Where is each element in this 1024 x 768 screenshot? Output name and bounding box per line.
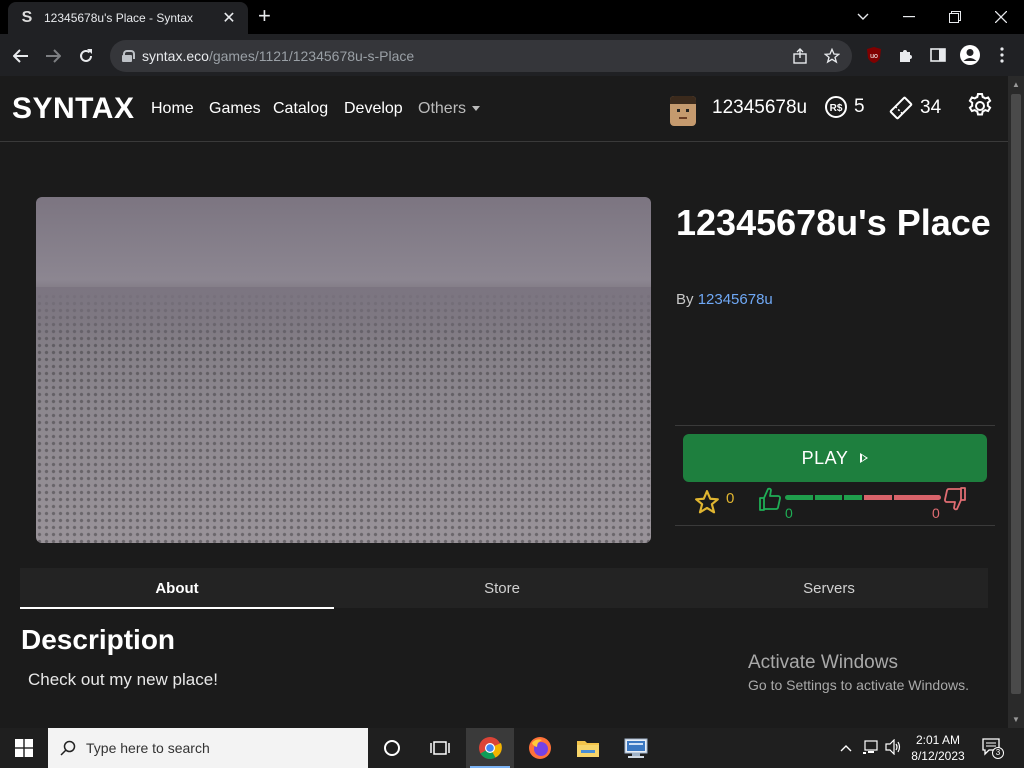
ublock-extension-icon[interactable]: uo (862, 43, 886, 67)
bookmark-star-icon[interactable] (823, 47, 841, 68)
play-icon (860, 453, 869, 463)
play-label: PLAY (801, 447, 849, 468)
task-view-icon[interactable] (416, 728, 464, 768)
upvote-count: 0 (785, 505, 793, 521)
tab-title: 12345678u's Place - Syntax (44, 11, 194, 25)
chrome-icon[interactable] (466, 728, 514, 768)
robux-balance[interactable]: R$ 5 (824, 95, 865, 119)
watermark-title: Activate Windows (748, 652, 898, 673)
site-logo[interactable]: SYNTAX (12, 92, 134, 126)
tab-about[interactable]: About (20, 568, 334, 609)
nav-others-dropdown[interactable]: Others (418, 100, 481, 118)
cortana-icon[interactable] (368, 728, 416, 768)
extensions-puzzle-icon[interactable] (894, 43, 918, 67)
description-heading: Description (21, 624, 176, 655)
system-clock[interactable]: 2:01 AM 8/12/2023 (906, 732, 970, 764)
game-title: 12345678u's Place (676, 202, 991, 243)
profile-icon[interactable] (958, 43, 982, 67)
game-tabs: About Store Servers (20, 568, 988, 609)
settings-gear-icon[interactable] (966, 92, 994, 120)
nav-home[interactable]: Home (151, 100, 194, 118)
browser-menu-icon[interactable] (990, 43, 1014, 67)
share-icon[interactable] (792, 48, 808, 68)
nav-develop[interactable]: Develop (344, 100, 403, 118)
forward-icon[interactable] (40, 43, 66, 69)
divider (675, 525, 995, 526)
search-placeholder: Type here to search (86, 740, 210, 756)
site-favicon-icon: S (21, 9, 33, 26)
volume-icon[interactable] (885, 738, 903, 758)
svg-text:uo: uo (870, 53, 878, 60)
network-icon[interactable] (862, 739, 880, 758)
control-panel-icon[interactable] (612, 728, 660, 768)
nav-catalog[interactable]: Catalog (273, 100, 328, 118)
description-text: Check out my new place! (28, 670, 218, 689)
robux-count: 5 (854, 96, 865, 117)
firefox-icon[interactable] (516, 728, 564, 768)
notification-center-icon[interactable]: 3 (982, 738, 1004, 759)
page-scrollbar[interactable]: ▲ ▼ (1008, 76, 1024, 728)
game-creator-line: By 12345678u (676, 291, 773, 308)
by-label: By (676, 291, 694, 308)
browser-tab-bar: S 12345678u's Place - Syntax ✕ + (0, 0, 1024, 34)
thumbs-up-icon[interactable] (758, 486, 782, 512)
browser-toolbar: syntax.eco/games/1121/12345678u-s-Place … (0, 34, 1024, 76)
page-content: SYNTAX Home Games Catalog Develop Others… (0, 76, 1008, 728)
browser-tab[interactable]: S 12345678u's Place - Syntax ✕ (8, 2, 248, 34)
nav-others-label: Others (418, 100, 467, 117)
tab-search-icon[interactable] (840, 0, 886, 34)
creator-link[interactable]: 12345678u (698, 291, 773, 308)
svg-text:R$: R$ (830, 103, 843, 114)
show-hidden-icons-chevron-icon[interactable] (840, 740, 852, 755)
nav-games[interactable]: Games (209, 100, 261, 118)
start-windows-icon[interactable] (0, 728, 48, 768)
notification-count: 3 (992, 747, 1004, 759)
url-host: syntax.eco (142, 48, 209, 64)
search-icon (60, 740, 76, 756)
lock-icon[interactable] (122, 50, 135, 62)
vote-ratio-bar (785, 495, 941, 500)
robux-icon: R$ (825, 96, 847, 118)
avatar[interactable] (670, 96, 696, 126)
play-button[interactable]: PLAY (683, 434, 987, 482)
windows-taskbar: Type here to search 2:01 AM 8/12/2023 3 (0, 728, 1024, 768)
file-explorer-icon[interactable] (564, 728, 612, 768)
divider (675, 425, 995, 426)
tab-servers[interactable]: Servers (670, 568, 988, 608)
downvote-count: 0 (932, 505, 940, 521)
tix-count: 34 (920, 97, 942, 118)
game-thumbnail (36, 197, 651, 543)
favorite-count: 0 (726, 490, 735, 507)
scroll-down-icon[interactable]: ▼ (1012, 715, 1020, 724)
minimize-icon[interactable] (886, 0, 932, 34)
taskbar-search-box[interactable]: Type here to search (48, 728, 368, 768)
restore-icon[interactable] (932, 0, 978, 34)
side-panel-icon[interactable] (926, 43, 950, 67)
watermark-subtitle: Go to Settings to activate Windows. (748, 677, 969, 693)
tix-icon (889, 96, 913, 120)
clock-time: 2:01 AM (915, 733, 961, 747)
tix-balance[interactable]: 34 (888, 95, 941, 121)
site-navbar: SYNTAX Home Games Catalog Develop Others… (0, 76, 1008, 142)
thumbs-down-icon[interactable] (943, 486, 967, 512)
address-bar[interactable]: syntax.eco/games/1121/12345678u-s-Place (110, 40, 852, 72)
scroll-thumb[interactable] (1011, 94, 1021, 694)
caret-down-icon (472, 106, 481, 112)
new-tab-icon[interactable]: + (258, 5, 271, 27)
clock-date: 8/12/2023 (911, 749, 965, 763)
activate-windows-watermark: Activate Windows Go to Settings to activ… (748, 652, 969, 693)
back-icon[interactable] (8, 43, 34, 69)
scroll-up-icon[interactable]: ▲ (1012, 80, 1020, 89)
username[interactable]: 12345678u (712, 97, 807, 119)
close-tab-icon[interactable]: ✕ (220, 8, 238, 28)
tab-store[interactable]: Store (334, 568, 670, 608)
favorite-star-icon[interactable] (694, 489, 720, 515)
reload-icon[interactable] (73, 43, 99, 69)
close-window-icon[interactable] (978, 0, 1024, 34)
url-path: /games/1121/12345678u-s-Place (208, 48, 415, 64)
